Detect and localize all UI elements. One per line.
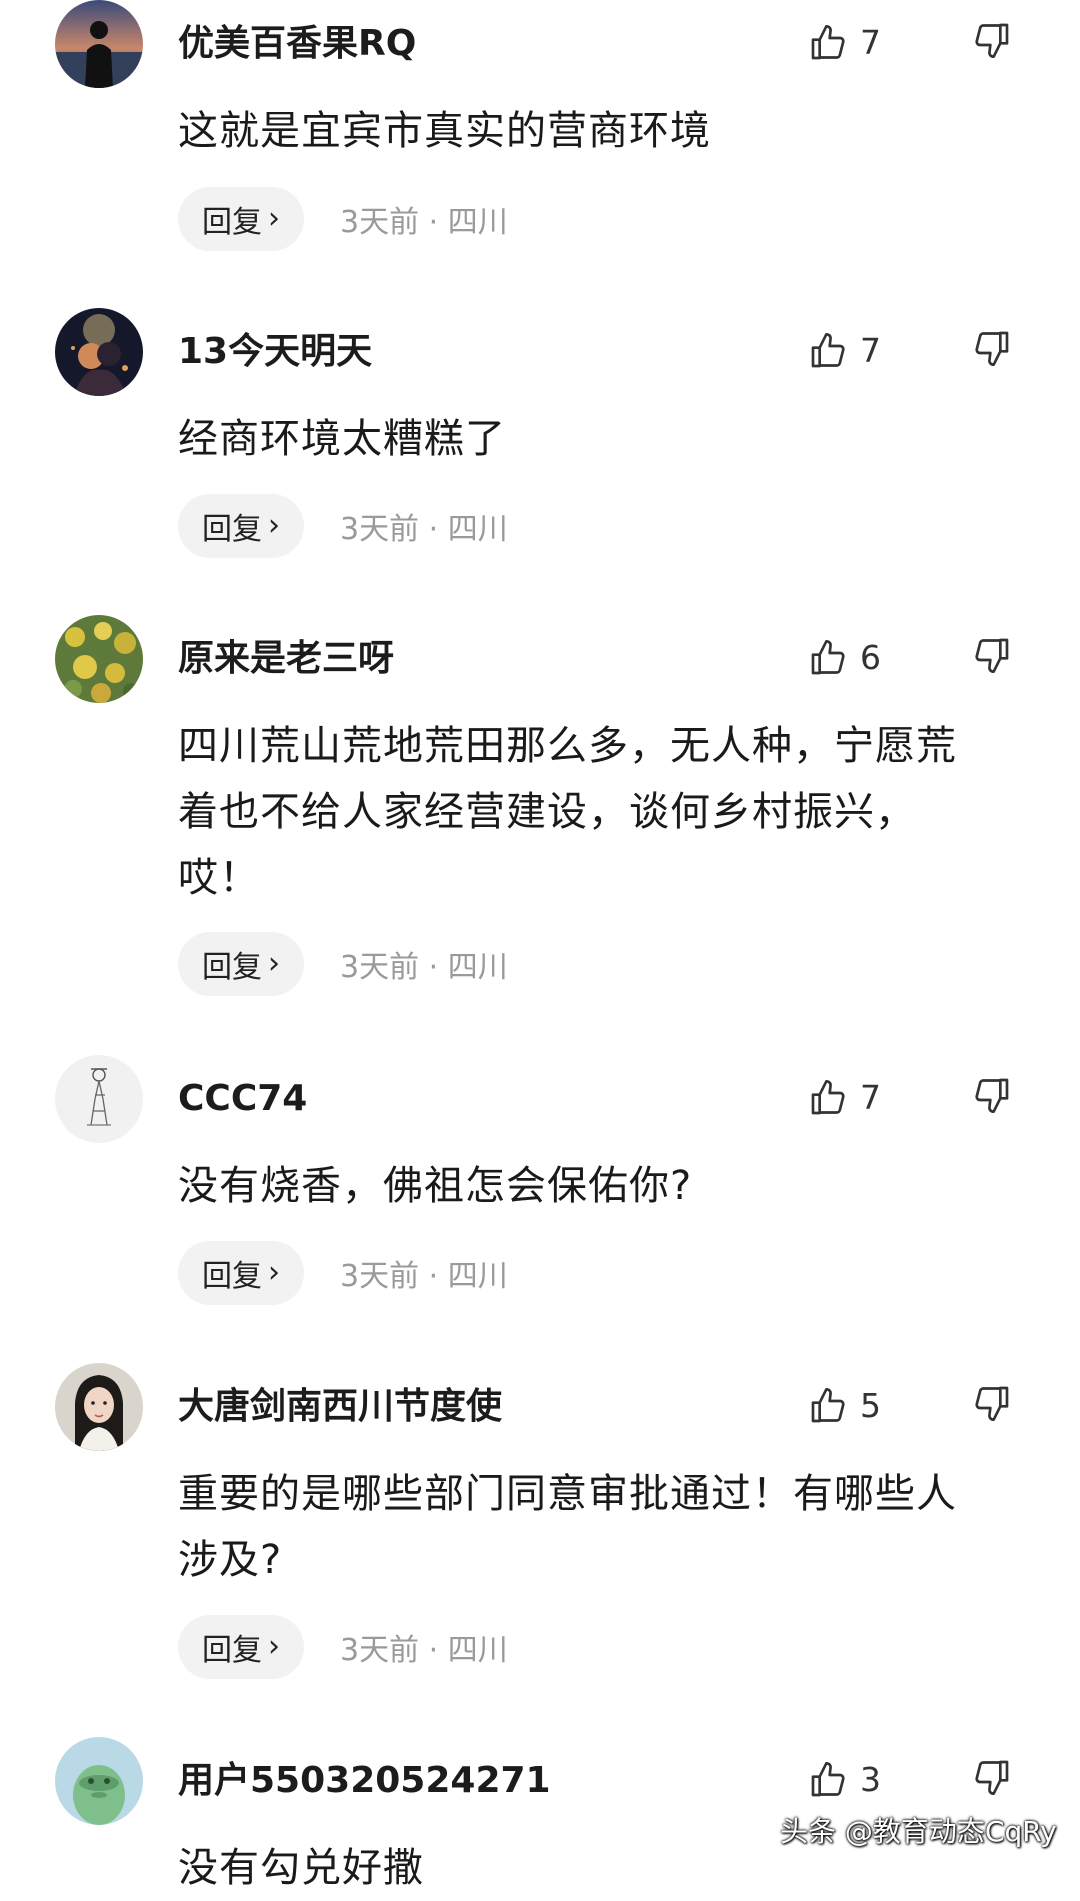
like-count: 7	[860, 1078, 881, 1117]
thumbs-down-icon	[975, 1078, 1009, 1113]
like-count: 7	[860, 23, 881, 62]
avatar[interactable]	[55, 0, 143, 88]
time-location: 3天前 · 四川	[340, 512, 508, 547]
chevron-right-icon: ›	[268, 1255, 280, 1290]
avatar[interactable]	[55, 1363, 143, 1451]
comment-meta: 回复 › 3天前 · 四川	[178, 494, 508, 558]
like-button[interactable]: 6	[808, 633, 908, 683]
dislike-button[interactable]	[972, 635, 1018, 681]
avatar-person-silhouette-icon	[55, 0, 143, 88]
thumbs-up-icon	[811, 1388, 845, 1423]
username[interactable]: 原来是老三呀	[178, 637, 394, 681]
time-location: 3天前 · 四川	[340, 1259, 508, 1294]
like-button[interactable]: 7	[808, 18, 908, 68]
chevron-right-icon: ›	[268, 508, 280, 543]
comment-meta: 回复 › 3天前 · 四川	[178, 187, 508, 251]
reply-label: 回复	[202, 205, 262, 240]
like-button[interactable]: 5	[808, 1381, 908, 1431]
reply-label: 回复	[202, 1259, 262, 1294]
reply-label: 回复	[202, 1633, 262, 1668]
time-location: 3天前 · 四川	[340, 205, 508, 240]
thumbs-up-icon	[811, 1762, 845, 1797]
dislike-button[interactable]	[972, 1075, 1018, 1121]
username[interactable]: 用户550320524271	[178, 1759, 551, 1803]
thumbs-up-icon	[811, 640, 845, 675]
thumbs-down-icon	[975, 638, 1009, 673]
reply-button[interactable]: 回复 ›	[178, 1615, 304, 1679]
avatar[interactable]	[55, 615, 143, 703]
avatar[interactable]	[55, 1055, 143, 1143]
watermark: 头条 @教育动态CqRy	[780, 1815, 1057, 1848]
avatar-default-green-icon	[55, 1737, 143, 1825]
avatar-couple-photo-icon	[55, 308, 143, 396]
comment-text: 这就是宜宾市真实的营商环境	[178, 108, 711, 154]
comment-text: 四川荒山荒地荒田那么多，无人种，宁愿荒 着也不给人家经营建设，谈何乡村振兴， 哎…	[178, 723, 957, 901]
username[interactable]: 13今天明天	[178, 330, 372, 374]
reply-button[interactable]: 回复 ›	[178, 187, 304, 251]
comment-text: 重要的是哪些部门同意审批通过！有哪些人 涉及?	[178, 1471, 957, 1583]
reply-button[interactable]: 回复 ›	[178, 494, 304, 558]
dislike-button[interactable]	[972, 1383, 1018, 1429]
username[interactable]: 大唐剑南西川节度使	[178, 1385, 502, 1429]
chevron-right-icon: ›	[268, 201, 280, 236]
reply-label: 回复	[202, 512, 262, 547]
like-count: 6	[860, 638, 881, 677]
reply-button[interactable]: 回复 ›	[178, 1241, 304, 1305]
comment-text: 经商环境太糟糕了	[178, 416, 506, 462]
dislike-button[interactable]	[972, 20, 1018, 66]
like-count: 5	[860, 1386, 881, 1425]
avatar[interactable]	[55, 308, 143, 396]
thumbs-up-icon	[811, 333, 845, 368]
comment-meta: 回复 › 3天前 · 四川	[178, 932, 508, 996]
like-button[interactable]: 3	[808, 1755, 908, 1805]
thumbs-down-icon	[975, 1386, 1009, 1421]
thumbs-down-icon	[975, 331, 1009, 366]
chevron-right-icon: ›	[268, 946, 280, 981]
like-button[interactable]: 7	[808, 326, 908, 376]
thumbs-down-icon	[975, 1760, 1009, 1795]
like-count: 3	[860, 1760, 881, 1799]
username[interactable]: 优美百香果RQ	[178, 22, 416, 66]
username[interactable]: CCC74	[178, 1077, 307, 1121]
dislike-button[interactable]	[972, 328, 1018, 374]
comment-text: 没有烧香，佛祖怎会保佑你?	[178, 1163, 693, 1209]
avatar-woman-portrait-icon	[55, 1363, 143, 1451]
chevron-right-icon: ›	[268, 1629, 280, 1664]
like-button[interactable]: 7	[808, 1073, 908, 1123]
thumbs-up-icon	[811, 1080, 845, 1115]
dislike-button[interactable]	[972, 1757, 1018, 1803]
avatar[interactable]	[55, 1737, 143, 1825]
reply-label: 回复	[202, 950, 262, 985]
comment-meta: 回复 › 3天前 · 四川	[178, 1615, 508, 1679]
time-location: 3天前 · 四川	[340, 950, 508, 985]
time-location: 3天前 · 四川	[340, 1633, 508, 1668]
avatar-flowers-icon	[55, 615, 143, 703]
comment-meta: 回复 › 3天前 · 四川	[178, 1241, 508, 1305]
thumbs-down-icon	[975, 23, 1009, 59]
like-count: 7	[860, 331, 881, 370]
reply-button[interactable]: 回复 ›	[178, 932, 304, 996]
avatar-sketch-figure-icon	[55, 1055, 143, 1143]
thumbs-up-icon	[811, 25, 845, 60]
